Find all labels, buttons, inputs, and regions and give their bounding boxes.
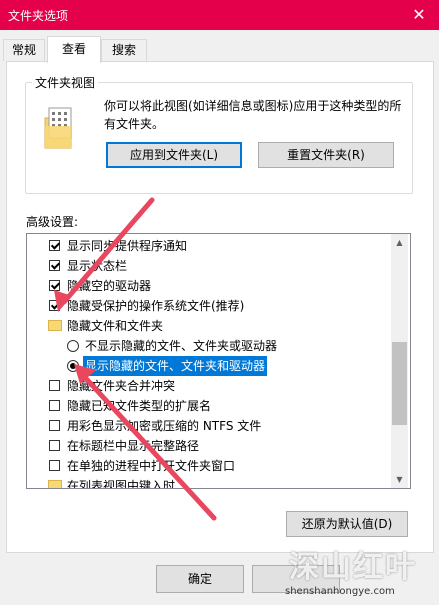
advanced-settings-label: 高级设置:	[26, 215, 79, 229]
tab-general[interactable]: 常规	[3, 39, 45, 61]
scrollbar-thumb[interactable]	[392, 342, 407, 425]
radio-button[interactable]	[67, 340, 79, 352]
scroll-up-icon[interactable]: ▲	[391, 234, 408, 251]
window-title: 文件夹选项	[8, 9, 69, 23]
list-item-label: 隐藏文件夹合并冲突	[67, 379, 176, 393]
advanced-settings-list: 显示同步提供程序通知 显示状态栏 隐藏空的驱动器 隐藏受保护的操作系统文件(推荐…	[26, 233, 411, 489]
close-icon[interactable]: ✕	[399, 0, 439, 30]
apply-to-folders-button[interactable]: 应用到文件夹(L)	[106, 142, 242, 168]
checkbox[interactable]	[49, 280, 60, 291]
title-bar: 文件夹选项 ✕	[0, 0, 439, 30]
radio-button[interactable]	[67, 360, 79, 372]
ok-button[interactable]: 确定	[156, 565, 244, 593]
list-item-label: 用彩色显示加密或压缩的 NTFS 文件	[67, 419, 262, 433]
list-item-label: 显示状态栏	[67, 259, 128, 273]
checkbox[interactable]	[49, 400, 60, 411]
list-item-label: 在单独的进程中打开文件夹窗口	[67, 459, 236, 473]
vertical-scrollbar[interactable]: ▲ ▼	[391, 234, 408, 488]
folder-icon	[48, 480, 62, 488]
checkbox[interactable]	[49, 260, 60, 271]
list-item-label: 不显示隐藏的文件、文件夹或驱动器	[85, 339, 278, 353]
list-item-label: 在标题栏中显示完整路径	[67, 439, 200, 453]
checkbox[interactable]	[49, 460, 60, 471]
scroll-down-icon[interactable]: ▼	[391, 471, 408, 488]
folder-views-description: 你可以将此视图(如详细信息或图标)应用于这种类型的所有文件夹。	[104, 99, 402, 131]
checkbox[interactable]	[49, 240, 60, 251]
list-item-label: 显示同步提供程序通知	[67, 239, 188, 253]
watermark-text: 深山红叶	[289, 550, 417, 585]
reset-folders-button[interactable]: 重置文件夹(R)	[258, 142, 394, 168]
list-item-label: 在列表视图中键入时	[67, 479, 176, 489]
checkbox[interactable]	[49, 380, 60, 391]
tab-view[interactable]: 查看	[47, 36, 101, 63]
tab-search[interactable]: 搜索	[101, 39, 147, 61]
checkbox[interactable]	[49, 420, 60, 431]
checkbox[interactable]	[49, 300, 60, 311]
list-item-label: 隐藏受保护的操作系统文件(推荐)	[67, 299, 245, 313]
list-item-label: 隐藏文件和文件夹	[67, 319, 164, 333]
watermark: 深山红叶 shenshanhongye.com	[285, 542, 435, 602]
list-item-label: 隐藏空的驱动器	[67, 279, 152, 293]
folder-icon	[48, 320, 62, 331]
checkbox[interactable]	[49, 440, 60, 451]
watermark-url: shenshanhongye.com	[285, 586, 395, 597]
restore-defaults-button[interactable]: 还原为默认值(D)	[286, 511, 408, 537]
list-item-label-selected: 显示隐藏的文件、文件夹和驱动器	[83, 356, 268, 376]
folder-view-icon	[44, 107, 72, 149]
folder-views-legend: 文件夹视图	[32, 74, 99, 91]
list-item-label: 隐藏已知文件类型的扩展名	[67, 399, 212, 413]
tab-strip: 常规 查看 搜索	[0, 30, 439, 63]
